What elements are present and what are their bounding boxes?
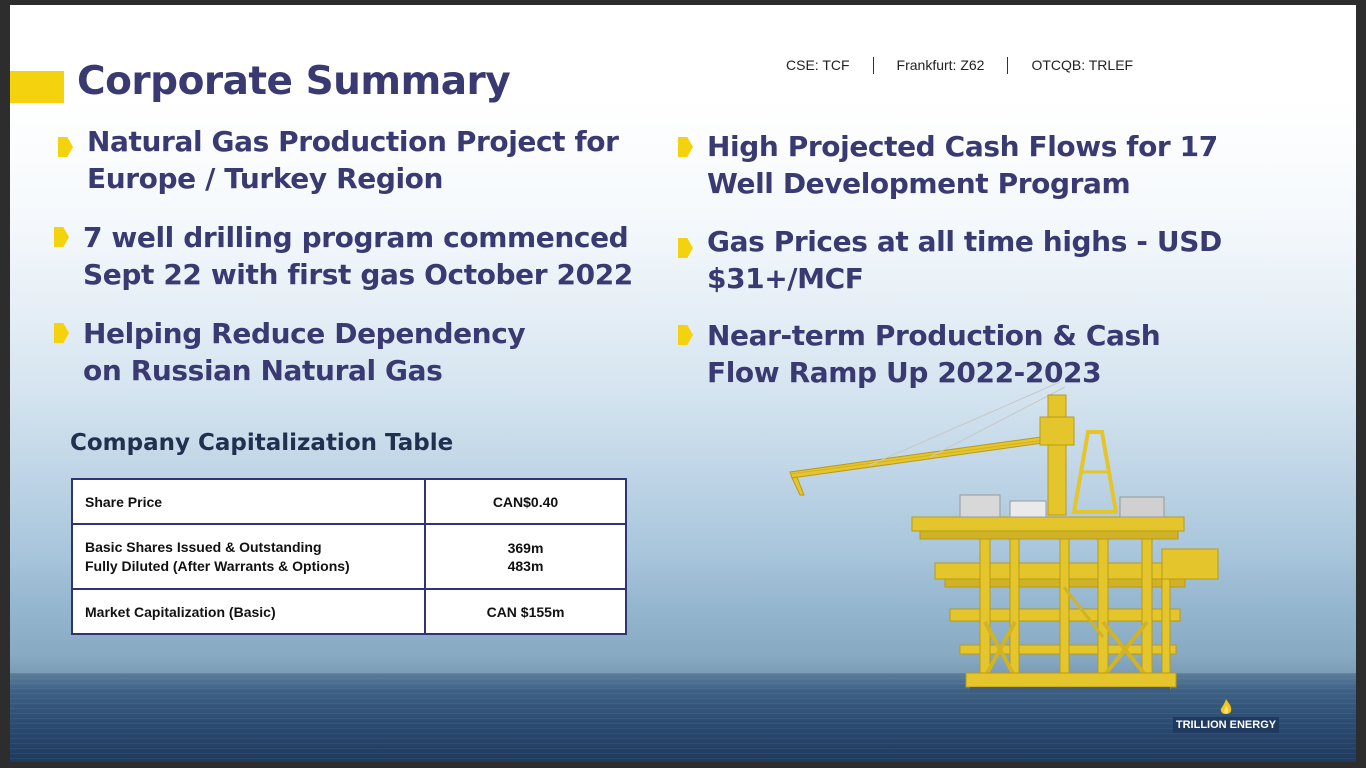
bullet-line: on Russian Natural Gas [83, 354, 443, 387]
ticker-cse: CSE: TCF [786, 57, 850, 73]
bullet-line: Gas Prices at all time highs - USD [707, 225, 1222, 258]
ticker-frankfurt: Frankfurt: Z62 [896, 57, 985, 73]
ticker-divider [872, 56, 874, 74]
yellow-chevron-icon [54, 323, 69, 343]
ticker-otcqb: OTCQB: TRLEF [1031, 57, 1134, 73]
bullet-line: Natural Gas Production Project for [87, 125, 619, 158]
row-value: CAN$0.40 [424, 478, 627, 525]
bullet-line: Europe / Turkey Region [87, 162, 444, 195]
slide: Corporate Summary CSE: TCF Frankfurt: Z6… [10, 5, 1356, 762]
bullet-text: Gas Prices at all time highs - USD $31+/… [707, 223, 1222, 297]
page-title: Corporate Summary [77, 59, 511, 104]
flame-icon [1220, 699, 1232, 714]
bullet-drilling-program: 7 well drilling program commenced Sept 2… [54, 219, 633, 293]
row-value: 369m 483m [424, 523, 627, 590]
bullet-text: Helping Reduce Dependency on Russian Nat… [83, 315, 526, 389]
trillion-energy-logo: TRILLION ENERGY [1170, 695, 1282, 733]
row-label-line: Basic Shares Issued & Outstanding [85, 538, 322, 555]
bullet-line: Sept 22 with first gas October 2022 [83, 258, 633, 291]
row-label-line: Fully Diluted (After Warrants & Options) [85, 557, 350, 574]
bullet-text: Natural Gas Production Project for Europ… [87, 123, 619, 197]
bullet-line: Well Development Program [707, 167, 1131, 200]
yellow-chevron-icon [678, 137, 693, 157]
table-row: Basic Shares Issued & Outstanding Fully … [71, 523, 627, 590]
table-row: Share Price CAN$0.40 [71, 478, 627, 525]
bullet-line: $31+/MCF [707, 262, 864, 295]
bullet-line: Near-term Production & Cash [707, 319, 1161, 352]
row-label: Share Price [71, 478, 426, 525]
logo-text: TRILLION ENERGY [1172, 717, 1280, 733]
row-value-line: 483m [507, 557, 544, 574]
bullet-line: High Projected Cash Flows for 17 [707, 130, 1218, 163]
bullet-gas-project: Natural Gas Production Project for Europ… [58, 123, 619, 197]
yellow-chevron-icon [678, 238, 693, 258]
ticker-divider [1007, 56, 1009, 74]
yellow-chevron-icon [54, 227, 69, 247]
yellow-chevron-icon [58, 137, 73, 157]
title-accent-bar [10, 71, 64, 103]
row-value: CAN $155m [424, 588, 627, 635]
offshore-platform-image [789, 381, 1219, 693]
table-row: Market Capitalization (Basic) CAN $155m [71, 588, 627, 635]
bullet-gas-prices: Gas Prices at all time highs - USD $31+/… [678, 223, 1222, 297]
row-label: Market Capitalization (Basic) [71, 588, 426, 635]
bullet-cash-flows: High Projected Cash Flows for 17 Well De… [678, 128, 1218, 202]
ticker-bar: CSE: TCF Frankfurt: Z62 OTCQB: TRLEF [786, 55, 1133, 75]
bullet-reduce-dependency: Helping Reduce Dependency on Russian Nat… [54, 315, 526, 389]
bullet-text: 7 well drilling program commenced Sept 2… [83, 219, 633, 293]
capitalization-table: Share Price CAN$0.40 Basic Shares Issued… [71, 478, 627, 635]
row-label: Basic Shares Issued & Outstanding Fully … [71, 523, 426, 590]
yellow-chevron-icon [678, 325, 693, 345]
row-value-line: 369m [507, 539, 544, 556]
capitalization-table-title: Company Capitalization Table [70, 430, 454, 456]
bullet-line: 7 well drilling program commenced [83, 221, 629, 254]
bullet-text: High Projected Cash Flows for 17 Well De… [707, 128, 1218, 202]
bullet-line: Helping Reduce Dependency [83, 317, 526, 350]
